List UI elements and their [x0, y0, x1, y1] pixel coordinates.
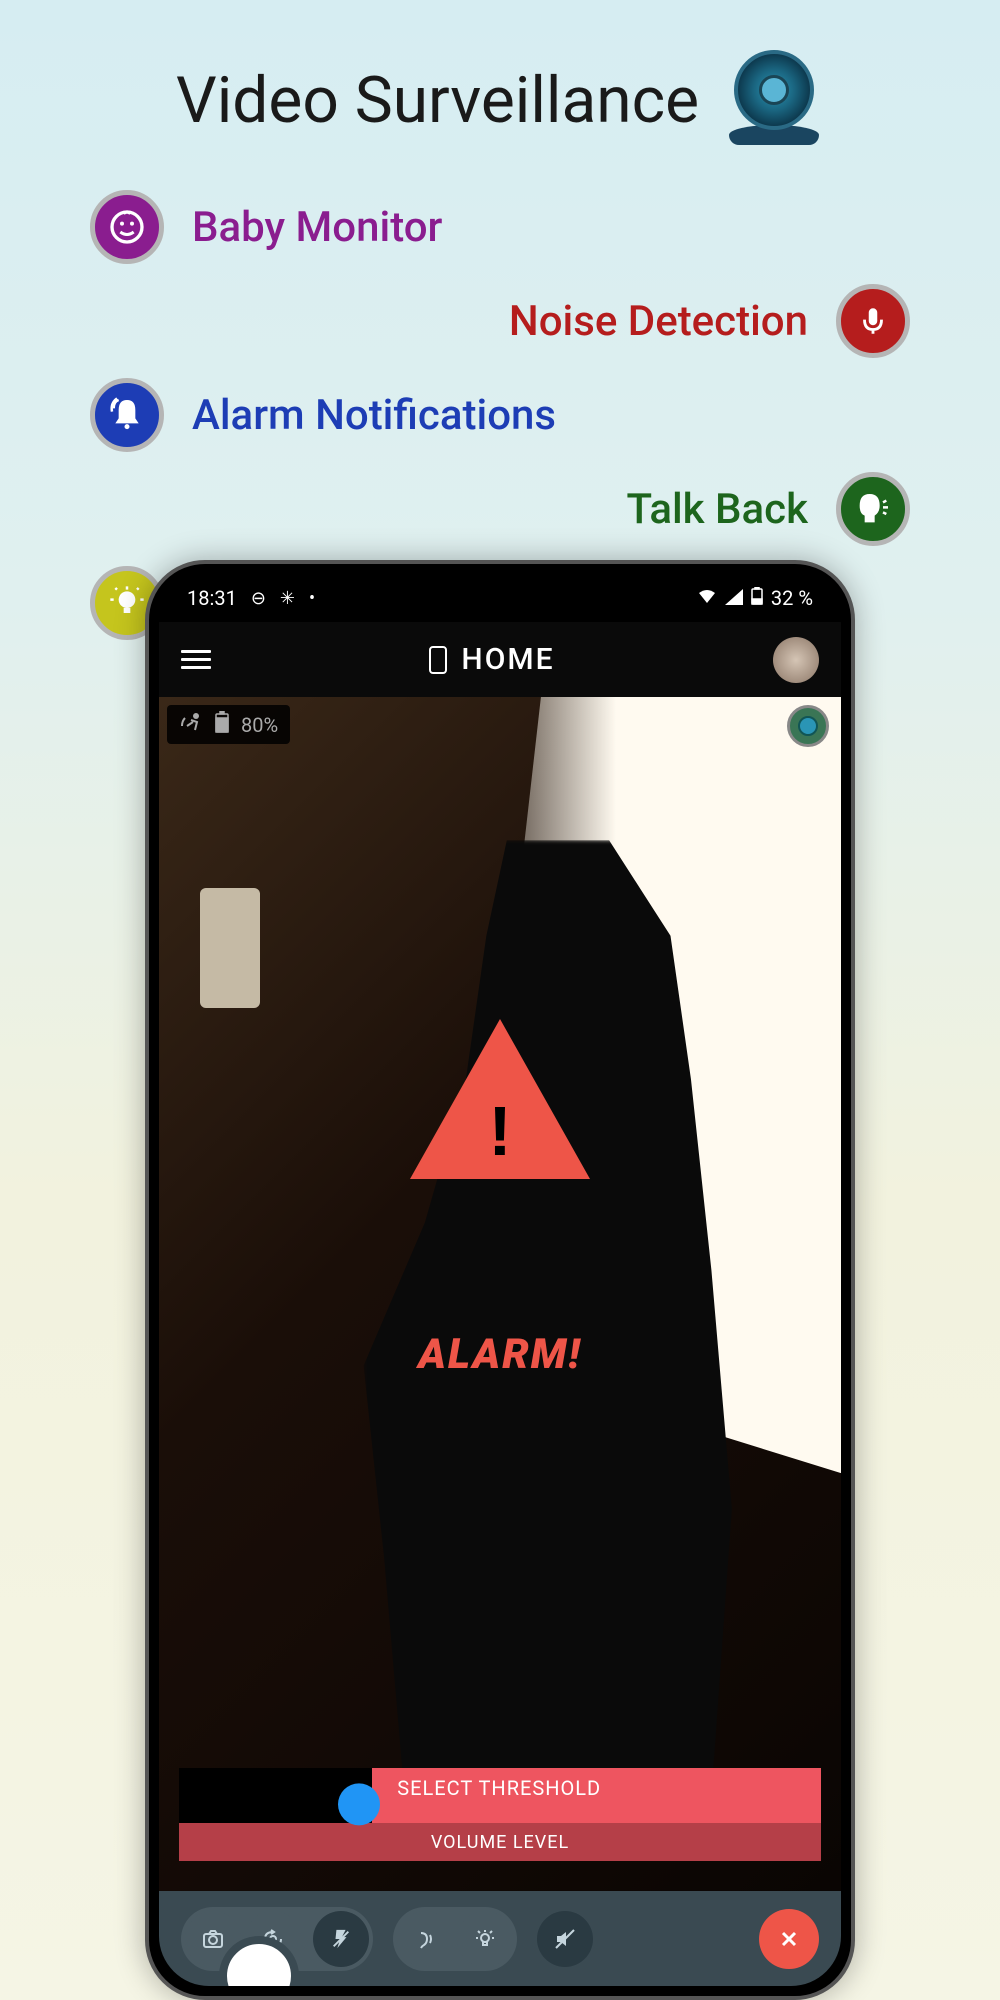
page-title: Video Surveillance — [0, 0, 1000, 150]
menu-button[interactable] — [181, 650, 211, 669]
volume-level-bar: VOLUME LEVEL — [179, 1823, 821, 1861]
feature-talk-label: Talk Back — [626, 485, 808, 534]
webcam-logo-icon — [724, 50, 824, 150]
feature-talk-back: Talk Back — [90, 472, 910, 546]
feature-baby-label: Baby Monitor — [192, 203, 442, 252]
listen-button[interactable] — [397, 1911, 453, 1967]
battery-icon — [215, 711, 229, 738]
threshold-label: SELECT THRESHOLD — [397, 1776, 601, 1800]
status-icon-2: ✳ — [280, 588, 295, 609]
camera-status-badge: 80% — [167, 705, 290, 744]
status-icon-1: ⊖ — [251, 588, 266, 609]
feature-noise-detection: Noise Detection — [90, 284, 910, 358]
signal-icon — [725, 586, 743, 610]
bottom-toolbar — [159, 1891, 841, 1986]
motion-icon — [179, 712, 203, 737]
status-bar: 18:31 ⊖ ✳ • 32 % — [159, 574, 841, 622]
feature-baby-monitor: Baby Monitor — [90, 190, 910, 264]
light-toggle-button[interactable] — [457, 1911, 513, 1967]
camera-indicator-icon[interactable] — [787, 705, 829, 747]
status-dot: • — [309, 588, 315, 609]
threshold-panel: SELECT THRESHOLD VOLUME LEVEL — [179, 1768, 821, 1861]
device-icon — [429, 646, 447, 674]
phone-screen: 18:31 ⊖ ✳ • 32 % — [159, 574, 841, 1986]
talk-head-icon — [836, 472, 910, 546]
slider-thumb[interactable] — [338, 1783, 380, 1825]
feature-alarm-label: Alarm Notifications — [192, 391, 556, 440]
wifi-icon — [697, 586, 717, 610]
app-title: HOME — [461, 642, 554, 677]
battery-icon — [751, 586, 763, 610]
close-button[interactable] — [759, 1909, 819, 1969]
avatar-button[interactable] — [773, 637, 819, 683]
bell-icon — [90, 378, 164, 452]
mute-button[interactable] — [537, 1911, 593, 1967]
status-time: 18:31 — [187, 586, 237, 610]
title-text: Video Surveillance — [176, 63, 699, 138]
flash-button[interactable] — [313, 1911, 369, 1967]
feature-alarm-notifications: Alarm Notifications — [90, 378, 910, 452]
alarm-text: ALARM! — [418, 1330, 582, 1379]
alarm-exclaim: ! — [488, 1091, 511, 1171]
volume-label: VOLUME LEVEL — [431, 1832, 569, 1853]
camera-feed[interactable]: 80% ! ALARM! SELECT THRESHOLD VOLUME LEV… — [159, 697, 841, 1891]
baby-icon — [90, 190, 164, 264]
camera-battery-text: 80% — [241, 713, 278, 737]
threshold-slider[interactable]: SELECT THRESHOLD — [179, 1768, 821, 1823]
app-header: HOME — [159, 622, 841, 697]
phone-mockup: 18:31 ⊖ ✳ • 32 % — [145, 560, 855, 2000]
status-battery-text: 32 % — [771, 586, 813, 610]
microphone-icon — [836, 284, 910, 358]
feature-noise-label: Noise Detection — [509, 297, 808, 346]
